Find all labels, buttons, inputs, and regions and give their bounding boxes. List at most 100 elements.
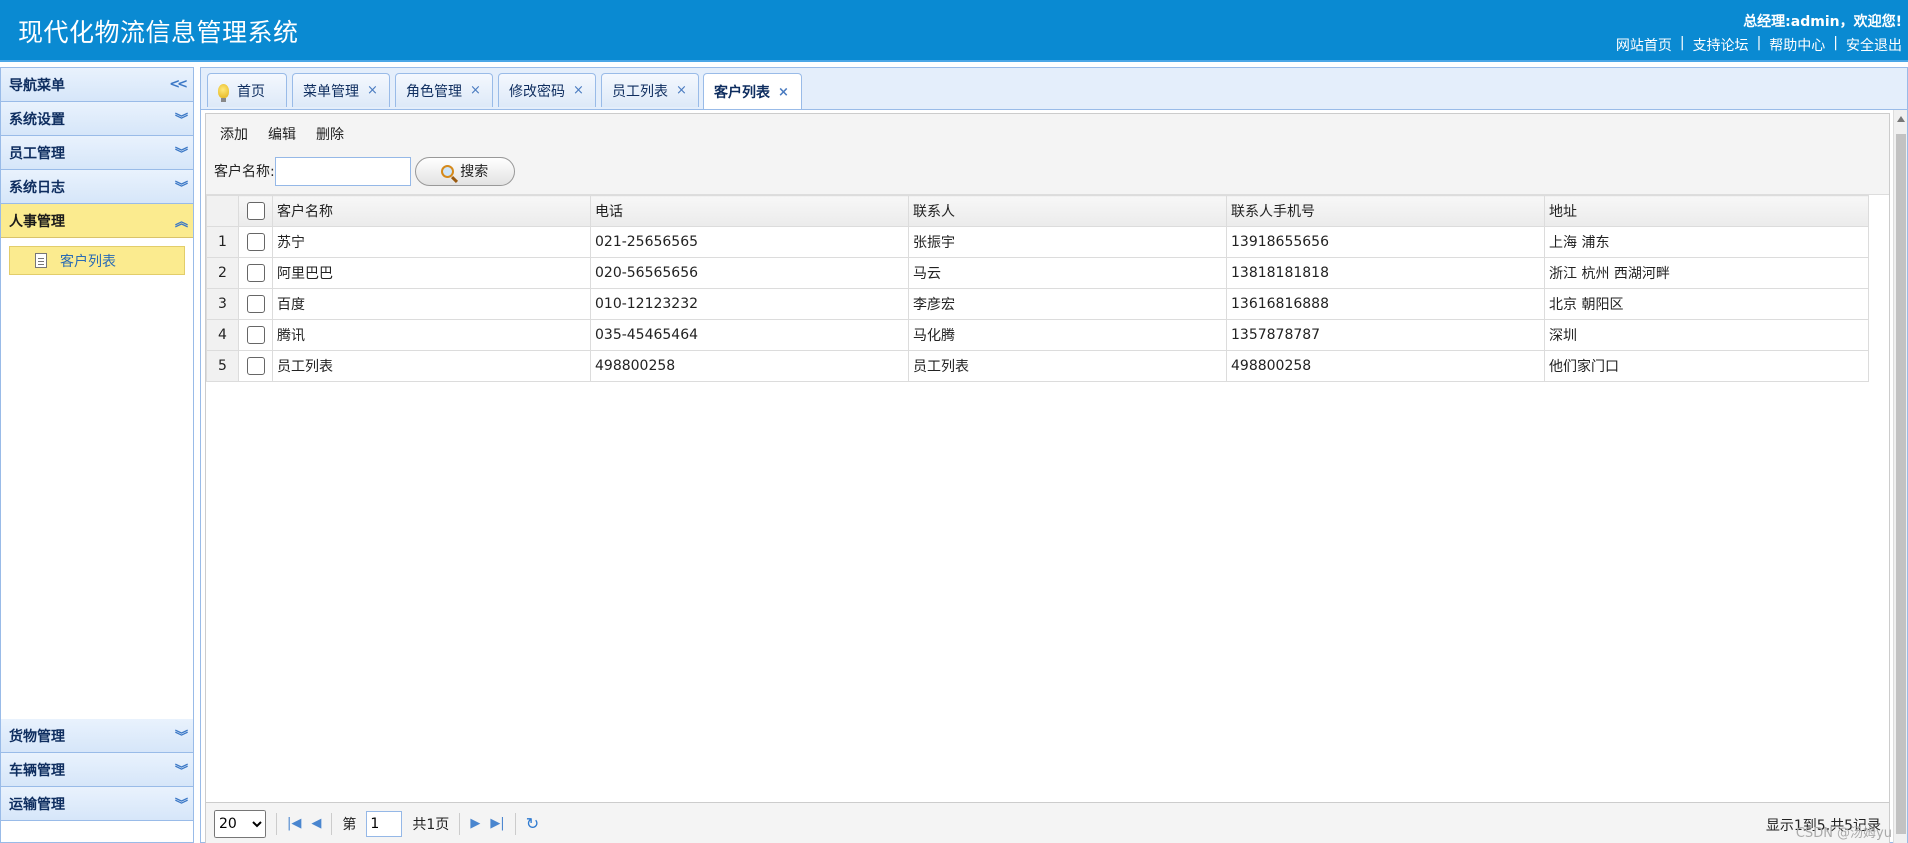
cell-phone: 010-12123232 xyxy=(590,288,909,320)
tab-change-password[interactable]: 修改密码 × xyxy=(498,73,596,107)
customer-name-input[interactable] xyxy=(274,156,411,186)
sidebar-section-employee[interactable]: 员工管理 ︾ xyxy=(1,136,193,170)
table-row[interactable]: 1 苏宁 021-25656565 张振宇 13918655656 上海 浦东 xyxy=(206,226,1869,258)
row-number: 4 xyxy=(206,319,239,351)
cell-address: 北京 朝阳区 xyxy=(1544,288,1869,320)
table-header-row: 客户名称 电话 联系人 联系人手机号 地址 xyxy=(206,195,1869,227)
cell-address: 他们家门口 xyxy=(1544,350,1869,382)
sidebar-section-label: 货物管理 xyxy=(9,728,65,745)
vertical-scrollbar[interactable] xyxy=(1893,110,1907,843)
sidebar-section-goods[interactable]: 货物管理 ︾ xyxy=(1,719,193,753)
column-header-address[interactable]: 地址 xyxy=(1544,195,1869,227)
link-separator: | xyxy=(1833,35,1838,51)
close-icon[interactable]: × xyxy=(470,83,481,98)
double-chevron-down-icon: ︾ xyxy=(174,181,188,196)
double-chevron-left-icon[interactable]: << xyxy=(169,77,188,92)
sidebar-section-transport[interactable]: 运输管理 ︾ xyxy=(1,787,193,821)
page-number-input[interactable] xyxy=(366,810,403,837)
app-title: 现代化物流信息管理系统 xyxy=(18,18,299,47)
search-label: 客户名称: xyxy=(214,164,275,180)
row-checkbox[interactable] xyxy=(246,357,265,375)
link-forum[interactable]: 支持论坛 xyxy=(1693,35,1749,55)
sidebar-section-hr[interactable]: 人事管理 ︽ xyxy=(1,204,193,238)
table-row[interactable]: 3 百度 010-12123232 李彦宏 13616816888 北京 朝阳区 xyxy=(206,288,1869,320)
add-button[interactable]: 添加 xyxy=(220,124,248,144)
link-home[interactable]: 网站首页 xyxy=(1616,35,1672,55)
app-header: 现代化物流信息管理系统 总经理:admin，欢迎您! 网站首页 | 支持论坛 |… xyxy=(0,0,1908,62)
cell-contact: 张振宇 xyxy=(908,226,1227,258)
tab-role-management[interactable]: 角色管理 × xyxy=(395,73,493,107)
table-row[interactable]: 2 阿里巴巴 020-56565656 马云 13818181818 浙江 杭州… xyxy=(206,257,1869,289)
table-row[interactable]: 4 腾讯 035-45465464 马化腾 1357878787 深圳 xyxy=(206,319,1869,351)
first-page-icon[interactable]: |◀ xyxy=(287,816,301,831)
link-help[interactable]: 帮助中心 xyxy=(1769,35,1825,55)
sidebar-section-system-log[interactable]: 系统日志 ︾ xyxy=(1,170,193,204)
cell-mobile: 1357878787 xyxy=(1226,319,1545,351)
grid-toolbar: 添加 编辑 删除 xyxy=(206,114,1889,154)
search-bar: 客户名称: 搜索 xyxy=(206,154,1889,188)
row-checkbox[interactable] xyxy=(246,233,265,251)
cell-mobile: 13616816888 xyxy=(1226,288,1545,320)
tab-customer-list[interactable]: 客户列表 × xyxy=(703,73,802,110)
cell-name: 阿里巴巴 xyxy=(272,257,591,289)
select-all-checkbox[interactable] xyxy=(246,202,265,220)
cell-contact: 马云 xyxy=(908,257,1227,289)
cell-phone: 020-56565656 xyxy=(590,257,909,289)
prev-page-icon[interactable]: ◀ xyxy=(311,816,321,831)
scrollbar-thumb[interactable] xyxy=(1896,134,1906,834)
tab-label: 修改密码 xyxy=(509,83,565,100)
row-select-cell xyxy=(238,350,273,382)
sidebar-nav-menu-header[interactable]: 导航菜单 << xyxy=(1,68,193,102)
customer-grid-panel: 添加 编辑 删除 客户名称: 搜索 客户名称 电话 联系人 联系人手机号 地址 … xyxy=(205,113,1890,843)
tab-employee-list[interactable]: 员工列表 × xyxy=(601,73,699,107)
column-header-mobile[interactable]: 联系人手机号 xyxy=(1226,195,1545,227)
search-button[interactable]: 搜索 xyxy=(414,156,515,186)
page-size-select[interactable]: 20 xyxy=(214,809,266,838)
tab-home[interactable]: 首页 xyxy=(207,73,287,107)
row-select-cell xyxy=(238,226,273,258)
sidebar-section-system-settings[interactable]: 系统设置 ︾ xyxy=(1,102,193,136)
page-total: 共1页 xyxy=(412,816,450,833)
last-page-icon[interactable]: ▶| xyxy=(490,816,504,831)
close-icon[interactable]: × xyxy=(367,83,378,98)
row-number: 5 xyxy=(206,350,239,382)
row-select-cell xyxy=(238,288,273,320)
cell-address: 浙江 杭州 西湖河畔 xyxy=(1544,257,1869,289)
link-logout[interactable]: 安全退出 xyxy=(1846,35,1902,55)
link-separator: | xyxy=(1756,35,1762,51)
edit-button[interactable]: 编辑 xyxy=(268,124,296,144)
row-number: 1 xyxy=(206,226,239,258)
sidebar-item-label: 客户列表 xyxy=(60,253,116,270)
row-checkbox[interactable] xyxy=(246,326,265,344)
pager-separator xyxy=(514,812,516,835)
column-header-phone[interactable]: 电话 xyxy=(590,195,909,227)
table-row[interactable]: 5 员工列表 498800258 员工列表 498800258 他们家门口 xyxy=(206,350,1869,382)
next-page-icon[interactable]: ▶ xyxy=(470,816,480,831)
row-checkbox[interactable] xyxy=(246,295,265,313)
cell-name: 苏宁 xyxy=(272,226,591,258)
row-checkbox[interactable] xyxy=(246,264,265,282)
page-prefix: 第 xyxy=(342,816,357,833)
column-header-contact[interactable]: 联系人 xyxy=(908,195,1227,227)
tab-label: 首页 xyxy=(237,83,265,100)
close-icon[interactable]: × xyxy=(676,83,687,98)
close-icon[interactable]: × xyxy=(778,85,789,100)
tab-menu-management[interactable]: 菜单管理 × xyxy=(292,73,390,107)
sidebar-section-vehicles[interactable]: 车辆管理 ︾ xyxy=(1,753,193,787)
sidebar-section-label: 运输管理 xyxy=(9,796,65,813)
sidebar: 导航菜单 << 系统设置 ︾ 员工管理 ︾ 系统日志 ︾ 人事管理 ︽ 客户列表… xyxy=(0,67,194,843)
double-chevron-down-icon: ︾ xyxy=(174,147,188,162)
column-header-name[interactable]: 客户名称 xyxy=(272,195,591,227)
delete-button[interactable]: 删除 xyxy=(316,124,344,144)
row-select-cell xyxy=(238,257,273,289)
customer-table: 客户名称 电话 联系人 联系人手机号 地址 1 苏宁 021-25656565 xyxy=(206,195,1869,382)
sidebar-section-label: 员工管理 xyxy=(9,145,65,162)
close-icon[interactable]: × xyxy=(573,83,584,98)
scroll-up-arrow-icon[interactable] xyxy=(1897,116,1905,122)
cell-mobile: 13918655656 xyxy=(1226,226,1545,258)
lightbulb-icon xyxy=(218,83,229,102)
refresh-icon[interactable]: ↻ xyxy=(526,814,539,833)
sidebar-item-customer-list[interactable]: 客户列表 xyxy=(9,246,185,275)
cell-contact: 马化腾 xyxy=(908,319,1227,351)
double-chevron-down-icon: ︾ xyxy=(174,798,188,813)
